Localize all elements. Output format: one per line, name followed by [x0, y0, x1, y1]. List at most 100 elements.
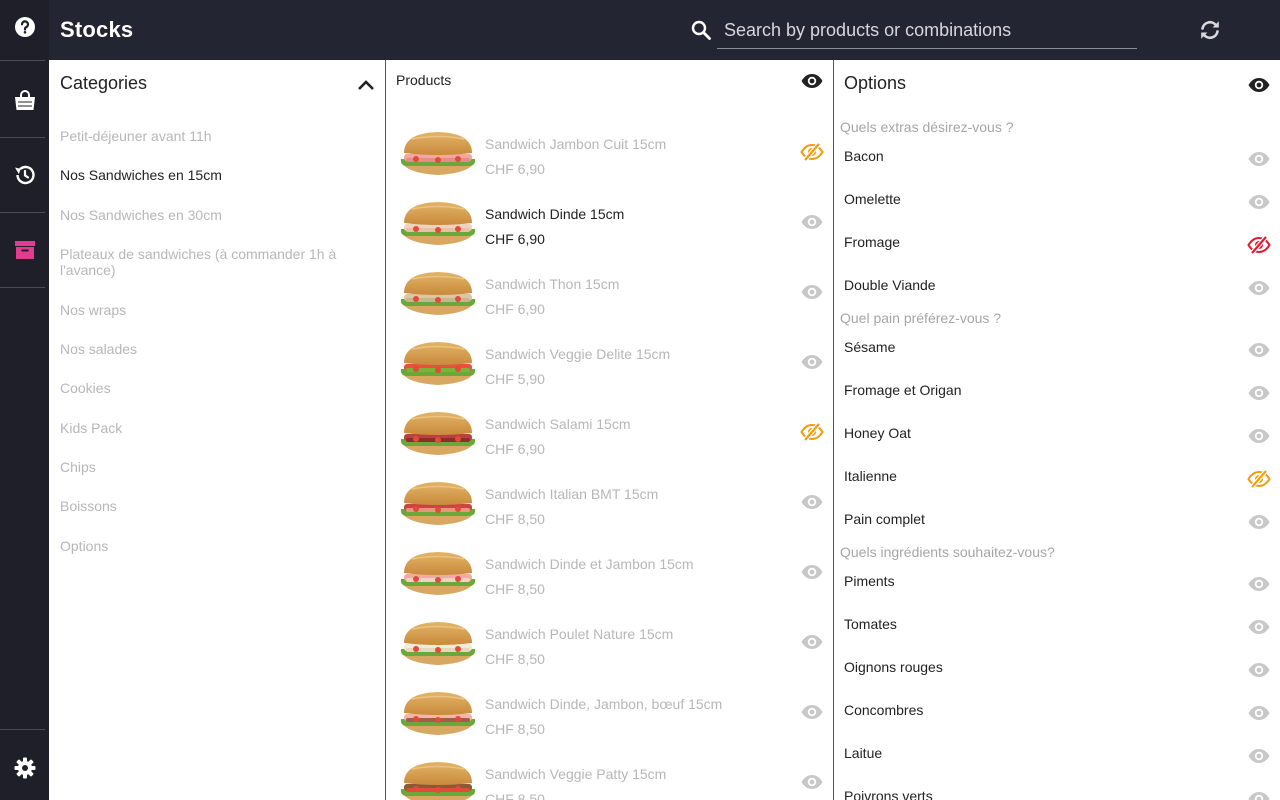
shopping-bag-icon — [14, 90, 35, 110]
product-price: CHF 8,50 — [485, 511, 545, 527]
product-name: Sandwich Poulet Nature 15cm — [485, 626, 674, 642]
category-item[interactable]: Plateaux de sandwiches (à commander 1h à… — [60, 246, 360, 278]
eye-icon[interactable] — [800, 493, 824, 511]
categories-title: Categories — [60, 73, 148, 93]
option-item[interactable]: Fromage et Origan — [844, 382, 962, 398]
products-panel: Products Sandwich Jambon Cuit 15cm CHF 6,… — [385, 60, 833, 800]
help-icon — [14, 17, 35, 37]
product-price: CHF 8,50 — [485, 651, 545, 667]
eye-icon[interactable] — [1247, 193, 1271, 211]
category-item[interactable]: Nos Sandwiches en 30cm — [60, 207, 360, 223]
eye-icon[interactable] — [1247, 790, 1271, 800]
category-item[interactable]: Cookies — [60, 380, 360, 396]
eye-icon[interactable] — [800, 703, 824, 721]
category-item[interactable]: Boissons — [60, 498, 360, 514]
option-item[interactable]: Italienne — [844, 468, 897, 484]
eye-partial-icon[interactable] — [800, 423, 824, 441]
product-row[interactable]: Sandwich Thon 15cm CHF 6,90 — [386, 269, 833, 339]
rail-divider — [0, 287, 45, 288]
product-name: Sandwich Dinde et Jambon 15cm — [485, 556, 694, 572]
eye-icon[interactable] — [800, 633, 824, 651]
product-row[interactable]: Sandwich Italian BMT 15cm CHF 8,50 — [386, 479, 833, 549]
help-button[interactable] — [0, 8, 49, 46]
options-panel: Options Quels extras désirez-vous ? Bacon… — [833, 60, 1280, 800]
products-visibility-toggle-eye-icon[interactable] — [800, 72, 824, 90]
product-price: CHF 6,90 — [485, 301, 545, 317]
product-image — [400, 762, 476, 800]
option-item[interactable]: Sésame — [844, 339, 895, 355]
eye-icon[interactable] — [800, 213, 824, 231]
product-name: Sandwich Salami 15cm — [485, 416, 631, 432]
option-item[interactable]: Omelette — [844, 191, 901, 207]
option-group-label: Quels ingrédients souhaitez-vous? — [840, 544, 1055, 560]
eye-icon[interactable] — [800, 563, 824, 581]
eye-icon[interactable] — [1247, 279, 1271, 297]
categories-panel: Categories Petit-déjeuner avant 11h Nos S… — [49, 60, 385, 800]
eye-icon[interactable] — [1247, 704, 1271, 722]
category-item[interactable]: Nos wraps — [60, 302, 360, 318]
option-item[interactable]: Concombres — [844, 702, 923, 718]
option-item[interactable]: Bacon — [844, 148, 884, 164]
product-row[interactable]: Sandwich Dinde et Jambon 15cm CHF 8,50 — [386, 549, 833, 619]
eye-icon[interactable] — [1247, 575, 1271, 593]
product-row[interactable]: Sandwich Veggie Delite 15cm CHF 5,90 — [386, 339, 833, 409]
category-item[interactable]: Chips — [60, 459, 360, 475]
product-row[interactable]: Sandwich Dinde 15cm CHF 6,90 — [386, 199, 833, 269]
product-row[interactable]: Sandwich Poulet Nature 15cm CHF 8,50 — [386, 619, 833, 689]
option-item[interactable]: Pain complet — [844, 511, 925, 527]
top-bar: Stocks — [49, 0, 1280, 60]
category-item[interactable]: Petit-déjeuner avant 11h — [60, 128, 360, 144]
option-item[interactable]: Fromage — [844, 234, 900, 250]
settings-button[interactable] — [0, 748, 49, 788]
history-nav-button[interactable] — [0, 155, 49, 195]
eye-icon[interactable] — [1247, 341, 1271, 359]
product-row[interactable]: Sandwich Jambon Cuit 15cm CHF 6,90 — [386, 129, 833, 199]
history-icon — [14, 165, 35, 185]
options-title: Options — [844, 73, 907, 93]
option-item[interactable]: Double Viande — [844, 277, 936, 293]
eye-icon[interactable] — [1247, 661, 1271, 679]
option-item[interactable]: Tomates — [844, 616, 897, 632]
eye-icon[interactable] — [1247, 427, 1271, 445]
products-nav-button[interactable] — [0, 80, 49, 120]
eye-icon[interactable] — [800, 283, 824, 301]
refresh-button[interactable] — [1197, 17, 1223, 43]
options-visibility-toggle-eye-icon[interactable] — [1247, 76, 1271, 94]
product-price: CHF 8,50 — [485, 581, 545, 597]
product-image — [400, 692, 476, 735]
product-image — [400, 132, 476, 175]
eye-off-icon[interactable] — [1247, 236, 1271, 254]
product-name: Sandwich Veggie Patty 15cm — [485, 766, 667, 782]
search-input[interactable] — [717, 12, 1137, 49]
option-item[interactable]: Honey Oat — [844, 425, 911, 441]
product-row[interactable]: Sandwich Veggie Patty 15cm CHF 8,50 — [386, 759, 833, 800]
chevron-up-icon[interactable] — [357, 78, 375, 92]
stocks-nav-button[interactable] — [0, 230, 49, 270]
category-item[interactable]: Kids Pack — [60, 420, 360, 436]
product-name: Sandwich Italian BMT 15cm — [485, 486, 659, 502]
product-row[interactable]: Sandwich Dinde, Jambon, bœuf 15cm CHF 8,5… — [386, 689, 833, 759]
eye-partial-icon[interactable] — [800, 143, 824, 161]
option-item[interactable]: Piments — [844, 573, 895, 589]
eye-icon[interactable] — [1247, 150, 1271, 168]
category-item[interactable]: Nos Sandwiches en 15cm — [60, 167, 360, 183]
eye-icon[interactable] — [1247, 747, 1271, 765]
eye-icon[interactable] — [800, 773, 824, 791]
option-group-label: Quel pain préférez-vous ? — [840, 310, 1002, 326]
eye-partial-icon[interactable] — [1247, 470, 1271, 488]
eye-icon[interactable] — [1247, 384, 1271, 402]
eye-icon[interactable] — [1247, 513, 1271, 531]
eye-icon[interactable] — [1247, 618, 1271, 636]
product-image — [400, 622, 476, 665]
option-item[interactable]: Laitue — [844, 745, 882, 761]
product-row[interactable]: Sandwich Salami 15cm CHF 6,90 — [386, 409, 833, 479]
product-name: Sandwich Veggie Delite 15cm — [485, 346, 671, 362]
product-name: Sandwich Dinde, Jambon, bœuf 15cm — [485, 696, 723, 712]
rail-divider — [0, 212, 45, 213]
category-item[interactable]: Options — [60, 538, 360, 554]
settings-icon — [14, 757, 35, 779]
option-item[interactable]: Oignons rouges — [844, 659, 943, 675]
option-item[interactable]: Poivrons verts — [844, 788, 933, 800]
eye-icon[interactable] — [800, 353, 824, 371]
category-item[interactable]: Nos salades — [60, 341, 360, 357]
